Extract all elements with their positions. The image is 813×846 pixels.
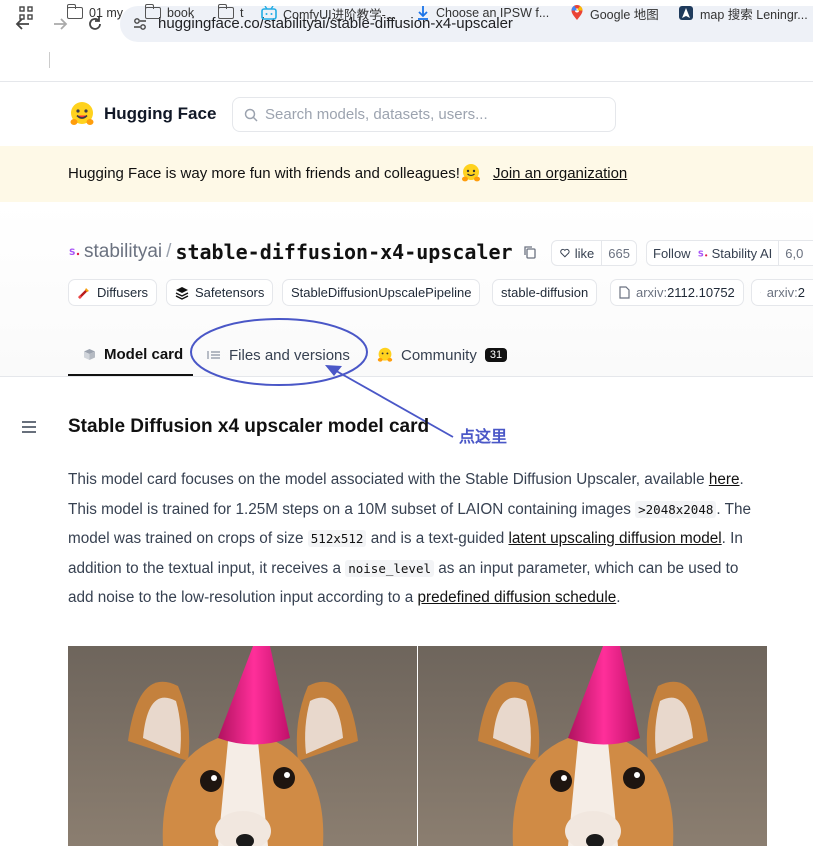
annotation-circle <box>190 318 368 386</box>
corgi-image-right <box>418 646 767 846</box>
inline-code: >2048x2048 <box>635 500 717 518</box>
text-span: . <box>616 589 621 607</box>
model-card-heading: Stable Diffusion x4 upscaler model card <box>68 416 430 437</box>
inline-code: 512x512 <box>307 530 367 548</box>
model-card-intro: This model card focuses on the model ass… <box>68 465 768 613</box>
table-of-contents-icon[interactable] <box>22 421 36 433</box>
inline-code: noise_level <box>345 559 435 577</box>
diffusion-schedule-link[interactable]: predefined diffusion schedule <box>418 589 617 606</box>
text-span: This model card focuses on the model ass… <box>68 471 709 488</box>
corgi-image-left <box>68 646 417 846</box>
text-span: and is a text-guided <box>366 530 509 548</box>
annotation-label: 点这里 <box>459 429 508 446</box>
latent-upscaling-link[interactable]: latent upscaling diffusion model <box>508 530 721 547</box>
here-link[interactable]: here <box>709 471 740 488</box>
upscale-comparison-images <box>68 646 767 846</box>
annotation-arrowhead <box>325 365 342 376</box>
